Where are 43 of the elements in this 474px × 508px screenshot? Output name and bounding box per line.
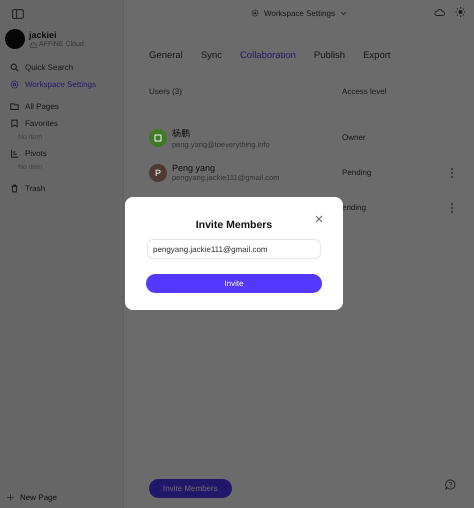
workspace-name: jackiei: [29, 30, 58, 40]
users-heading: Users (3): [149, 87, 183, 96]
user-name: 杨鹏: [172, 126, 191, 140]
sidebar-item[interactable]: Quick Search: [0, 59, 123, 76]
sidebar-item[interactable]: Workspace Settings: [0, 76, 123, 93]
sidebar-item[interactable]: Pivots: [0, 145, 123, 162]
settings-icon: [251, 9, 259, 17]
page-title: Workspace Settings: [264, 8, 335, 18]
settings-tab[interactable]: Sync: [200, 50, 222, 61]
access-level: Owner: [342, 133, 367, 142]
cloud-icon[interactable]: [434, 7, 445, 17]
access-level: ending: [342, 203, 368, 212]
user-avatar: P: [149, 164, 167, 182]
invite-button[interactable]: Invite: [146, 274, 322, 293]
dialog-title: Invite Members: [196, 219, 272, 231]
more-icon[interactable]: [450, 202, 454, 214]
access-level: Pending: [342, 168, 372, 177]
hierarchy-icon: [10, 149, 19, 158]
sidebar-item[interactable]: All Pages: [0, 98, 123, 115]
more-icon[interactable]: [450, 166, 454, 178]
chevron-down-icon[interactable]: [340, 10, 347, 16]
settings-icon: [10, 80, 19, 89]
sidebar-item[interactable]: Trash: [0, 180, 123, 197]
sidebar-toggle-icon[interactable]: [12, 9, 24, 19]
folder-icon: [10, 102, 19, 111]
help-icon[interactable]: [445, 479, 456, 490]
workspace-avatar[interactable]: [5, 29, 25, 49]
new-page-button[interactable]: New Page: [0, 493, 123, 508]
user-name: Peng yang: [172, 163, 216, 173]
plus-icon: [7, 494, 14, 501]
settings-tab[interactable]: General: [149, 50, 183, 61]
trash-icon: [10, 184, 19, 193]
search-icon: [10, 63, 19, 72]
settings-tab[interactable]: Collaboration: [240, 50, 296, 61]
cloud-icon: [29, 42, 37, 48]
invite-members-button[interactable]: Invite Members: [149, 479, 232, 498]
settings-tab[interactable]: Publish: [314, 50, 346, 61]
email-input[interactable]: pengyang.jackie111@gmail.com: [147, 239, 321, 259]
sidebar-item[interactable]: Favorites: [0, 115, 123, 132]
bookmark-icon: [10, 119, 19, 128]
settings-tab[interactable]: Export: [363, 50, 391, 61]
column-header: Access level: [342, 87, 388, 96]
sun-icon[interactable]: [455, 7, 466, 17]
